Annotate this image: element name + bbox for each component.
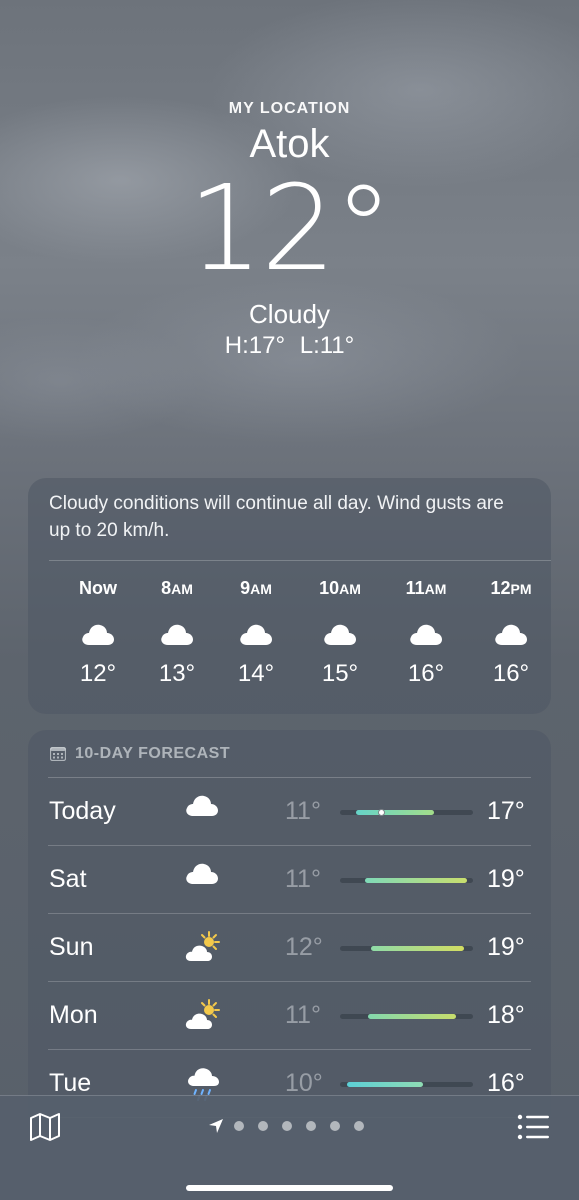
- forecast-high: 16°: [487, 1069, 525, 1097]
- cloud-icon: [63, 614, 133, 654]
- hour-temperature: 15°: [321, 660, 359, 687]
- sun-cloud-icon: [184, 928, 224, 968]
- forecast-title-text: 10-DAY FORECAST: [75, 745, 231, 762]
- forecast-low: 11°: [285, 1001, 321, 1029]
- hour-suffix: AM: [424, 581, 447, 597]
- page-dot[interactable]: [354, 1121, 364, 1131]
- forecast-low: 11°: [285, 797, 321, 825]
- forecast-high: 19°: [487, 865, 525, 893]
- forecast-low: 10°: [285, 1069, 323, 1097]
- temperature-range-bar: [356, 810, 434, 815]
- hour-suffix: PM: [510, 581, 532, 597]
- hour-label: 8AM: [142, 578, 212, 602]
- forecast-day: Today: [49, 797, 116, 825]
- temperature-range-track: [340, 809, 473, 816]
- forecast-day: Sun: [49, 933, 94, 961]
- hour-temperature: 13°: [158, 660, 196, 687]
- cloud-icon: [184, 860, 224, 900]
- hour-temperature: 16°: [407, 660, 445, 687]
- calendar-icon: [50, 747, 66, 761]
- hourly-summary: Cloudy conditions will continue all day.…: [49, 493, 504, 541]
- cloud-icon: [391, 614, 461, 654]
- hour-label: 10AM: [305, 578, 375, 602]
- list-icon[interactable]: [517, 1114, 549, 1140]
- hour-suffix: AM: [339, 581, 361, 597]
- forecast-high: 17°: [487, 797, 525, 825]
- cloud-icon: [142, 614, 212, 654]
- forecast-day: Mon: [49, 1001, 98, 1029]
- low-temperature: L:11°: [299, 332, 355, 359]
- forecast-high: 19°: [487, 933, 525, 961]
- forecast-low: 11°: [285, 865, 321, 893]
- bottom-toolbar: [0, 1095, 579, 1200]
- forecast-row[interactable]: Sun 12° 19°: [48, 914, 531, 982]
- forecast-row[interactable]: Sat 11° 19°: [48, 846, 531, 914]
- hour-time: 8: [161, 578, 172, 598]
- location-label: MY LOCATION: [228, 100, 351, 117]
- hour-label: Now: [63, 578, 133, 602]
- temperature-range-track: [340, 1014, 473, 1019]
- forecast-row[interactable]: Today 11° 17°: [48, 778, 531, 846]
- location-arrow-icon[interactable]: [208, 1118, 224, 1134]
- hour-temperature: 14°: [237, 660, 275, 687]
- high-temperature: H:17°: [224, 332, 286, 359]
- temperature-range-bar: [365, 878, 467, 883]
- forecast-list: Today 11° 17° Sat 11° 19° Sun 12° 19° Mon 11° 18° Tu…: [28, 778, 551, 1118]
- map-icon[interactable]: [28, 1112, 62, 1142]
- cloud-icon: [476, 614, 546, 654]
- temperature-range-track: [340, 878, 473, 883]
- hour-time: 12: [490, 578, 511, 598]
- forecast-title: 10-DAY FORECAST: [28, 730, 551, 763]
- temperature-range-track: [340, 1082, 473, 1087]
- hourly-forecast-card[interactable]: Cloudy conditions will continue all day.…: [28, 478, 551, 714]
- hour-label: 11AM: [391, 578, 461, 602]
- forecast-high: 18°: [487, 1001, 525, 1029]
- hourly-item: 9AM 14°: [221, 578, 291, 688]
- temperature-range-track: [340, 946, 473, 951]
- current-temperature: 12°: [187, 159, 393, 297]
- temperature-range-bar: [371, 946, 464, 951]
- current-weather-header: MY LOCATION Atok 12° Cloudy H:17° L:11°: [0, 100, 579, 360]
- hour-time: Now: [79, 578, 117, 598]
- hour-time: 11: [405, 578, 425, 598]
- high-low: H:17° L:11°: [0, 332, 579, 360]
- hour-time: 9: [240, 578, 251, 598]
- ten-day-forecast-card[interactable]: 10-DAY FORECAST Today 11° 17° Sat 11° 19° Sun 1…: [28, 730, 551, 1130]
- hour-suffix: AM: [171, 581, 193, 597]
- temperature-range-bar: [368, 1014, 456, 1019]
- forecast-day: Tue: [49, 1069, 92, 1097]
- forecast-row[interactable]: Mon 11° 18°: [48, 982, 531, 1050]
- page-dot[interactable]: [234, 1121, 244, 1131]
- page-dot[interactable]: [306, 1121, 316, 1131]
- hour-temperature: 16°: [492, 660, 530, 687]
- forecast-day: Sat: [49, 865, 87, 893]
- cloud-icon: [184, 792, 224, 832]
- hour-label: 9AM: [221, 578, 291, 602]
- hour-label: 12PM: [476, 578, 546, 602]
- page-dot[interactable]: [330, 1121, 340, 1131]
- hour-time: 10: [319, 578, 340, 598]
- page-indicator[interactable]: [208, 1118, 378, 1134]
- page-dot[interactable]: [258, 1121, 268, 1131]
- cloud-icon: [305, 614, 375, 654]
- hour-suffix: AM: [250, 581, 272, 597]
- hour-temperature: 12°: [79, 660, 117, 687]
- page-dot[interactable]: [282, 1121, 292, 1131]
- sun-cloud-icon: [184, 996, 224, 1036]
- temperature-range-bar: [347, 1082, 423, 1087]
- forecast-low: 12°: [285, 933, 323, 961]
- hourly-item: 12PM 16°: [476, 578, 546, 688]
- hourly-item: 11AM 16°: [391, 578, 461, 688]
- hourly-item: 8AM 13°: [142, 578, 212, 688]
- hourly-item: Now 12°: [63, 578, 133, 688]
- current-condition: Cloudy: [249, 299, 330, 329]
- home-indicator: [186, 1185, 393, 1191]
- hourly-item: 10AM 15°: [305, 578, 375, 688]
- current-temperature-dot: [378, 809, 385, 816]
- cloud-icon: [221, 614, 291, 654]
- divider: [49, 560, 551, 561]
